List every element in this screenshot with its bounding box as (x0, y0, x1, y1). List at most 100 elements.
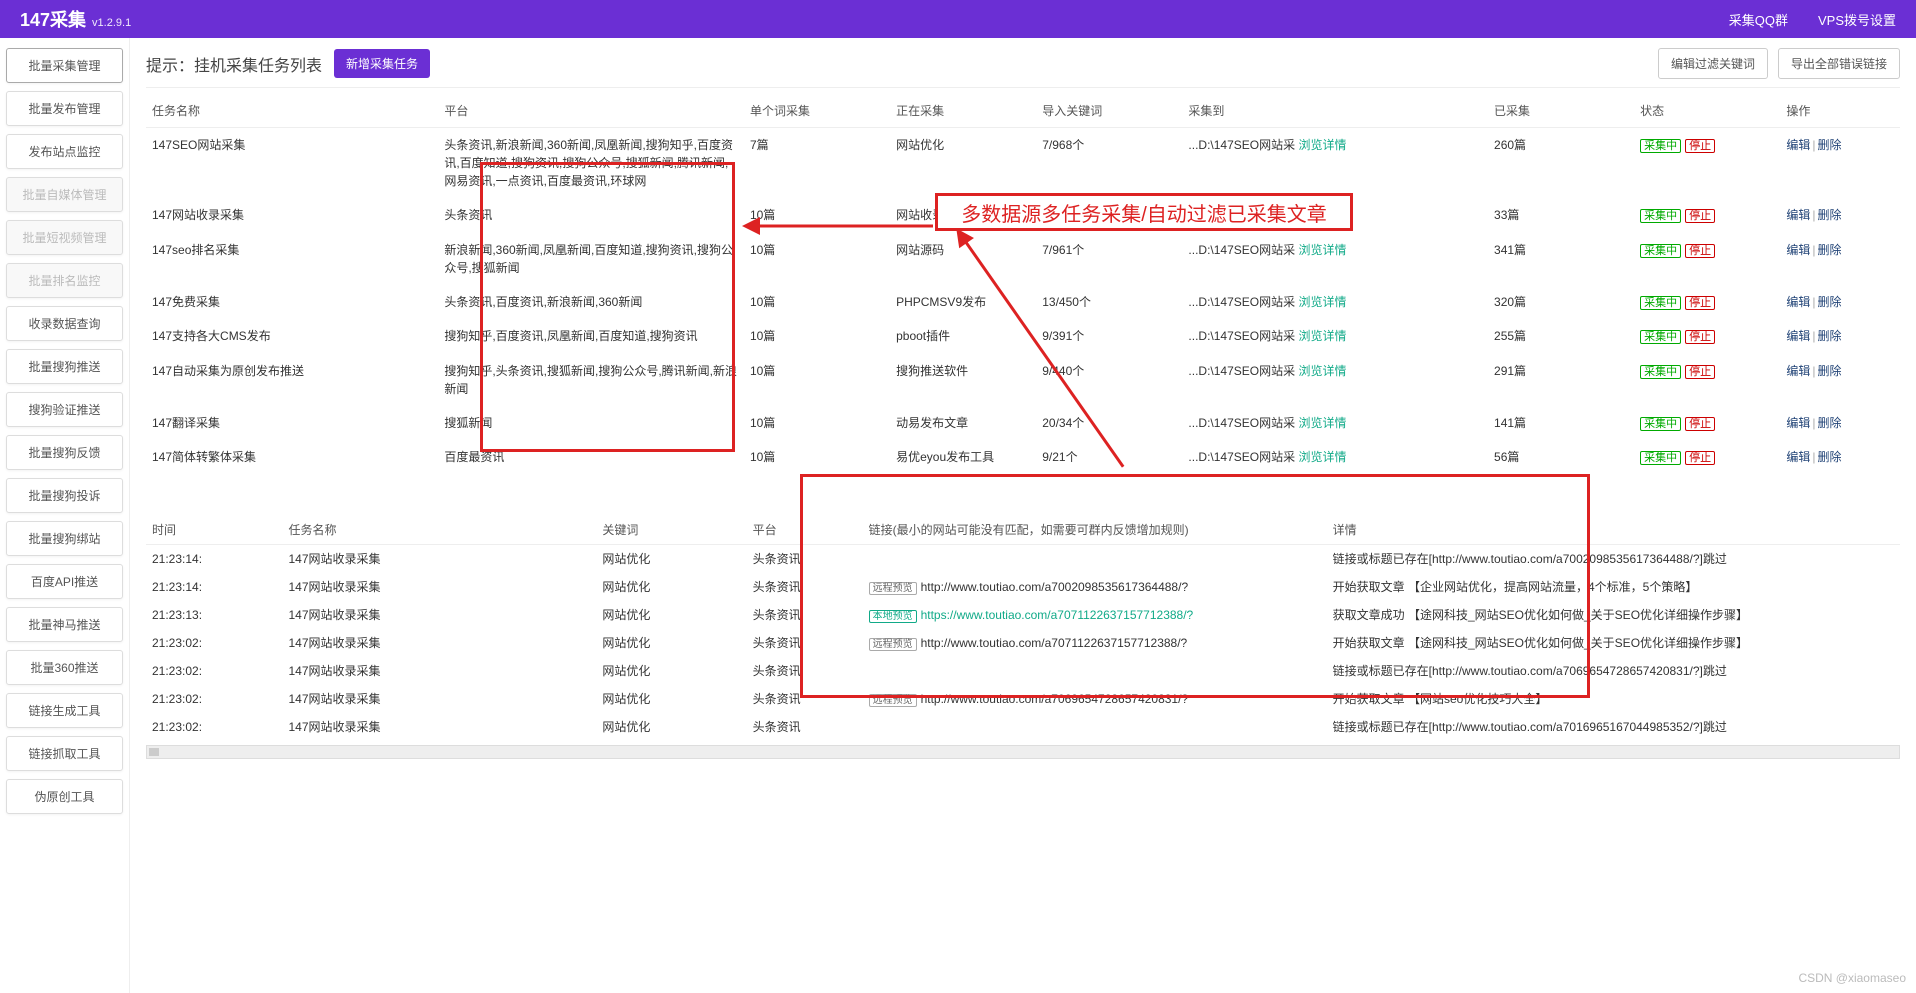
th-single: 单个词采集 (744, 94, 890, 128)
sidebar-item-5: 批量排名监控 (6, 263, 123, 298)
stop-button[interactable]: 停止 (1685, 330, 1715, 344)
cell-cnt: 320篇 (1488, 285, 1634, 320)
lth-link: 链接(最小的网站可能没有匹配，如需要可群内反馈增加规则) (863, 515, 1327, 545)
cell-single: 10篇 (744, 440, 890, 475)
app-version: v1.2.9.1 (92, 17, 131, 29)
cell-name: 147自动采集为原创发布推送 (146, 354, 438, 406)
sidebar-item-0[interactable]: 批量采集管理 (6, 48, 123, 83)
edit-link[interactable]: 编辑 (1786, 208, 1810, 222)
browse-detail-link[interactable]: 浏览详情 (1298, 364, 1346, 378)
stop-button[interactable]: 停止 (1685, 244, 1715, 258)
cell-to: ...D:\147SEO网站采 浏览详情 (1182, 128, 1488, 199)
cell-plat: 头条资讯 (747, 629, 863, 657)
cell-task: 147网站收录采集 (282, 544, 596, 573)
cell-name: 147简体转繁体采集 (146, 440, 438, 475)
task-row: 147支持各大CMS发布搜狗知乎,百度资讯,凤凰新闻,百度知道,搜狗资讯10篇p… (146, 319, 1900, 354)
delete-link[interactable]: 删除 (1817, 243, 1841, 257)
browse-detail-link[interactable]: 浏览详情 (1298, 329, 1346, 343)
sidebar-item-11[interactable]: 批量搜狗绑站 (6, 521, 123, 556)
delete-link[interactable]: 删除 (1817, 208, 1841, 222)
sidebar-item-13[interactable]: 批量神马推送 (6, 607, 123, 642)
cell-name: 147SEO网站采集 (146, 128, 438, 199)
horizontal-scrollbar[interactable] (146, 745, 1900, 759)
log-link[interactable]: http://www.toutiao.com/a7071122637157712… (921, 636, 1188, 650)
cell-stat: 采集中停止 (1634, 128, 1780, 199)
delete-link[interactable]: 删除 (1817, 364, 1841, 378)
cell-stat: 采集中停止 (1634, 233, 1780, 285)
cell-plat: 搜狗知乎,百度资讯,凤凰新闻,百度知道,搜狗资讯 (438, 319, 744, 354)
status-tag: 采集中 (1640, 296, 1681, 310)
header-link-vps[interactable]: VPS拨号设置 (1818, 10, 1896, 29)
cell-kw: 20/34个 (1036, 406, 1182, 441)
sidebar-item-7[interactable]: 批量搜狗推送 (6, 349, 123, 384)
delete-link[interactable]: 删除 (1817, 138, 1841, 152)
edit-link[interactable]: 编辑 (1786, 364, 1810, 378)
cell-detail: 开始获取文章 【途网科技_网站SEO优化如何做_关于SEO优化详细操作步骤】 (1327, 629, 1900, 657)
cell-plat: 头条资讯 (747, 685, 863, 713)
task-table: 任务名称 平台 单个词采集 正在采集 导入关键词 采集到 已采集 状态 操作 1… (146, 94, 1900, 475)
log-link[interactable]: https://www.toutiao.com/a707112263715771… (921, 608, 1194, 622)
browse-detail-link[interactable]: 浏览详情 (1298, 138, 1346, 152)
stop-button[interactable]: 停止 (1685, 451, 1715, 465)
edit-link[interactable]: 编辑 (1786, 450, 1810, 464)
preview-tag[interactable]: 远程预览 (869, 694, 917, 707)
edit-filter-button[interactable]: 编辑过滤关键词 (1658, 48, 1768, 79)
log-link[interactable]: http://www.toutiao.com/a7069654728657420… (921, 692, 1189, 706)
log-row: 21:23:02:147网站收录采集网站优化头条资讯远程预览http://www… (146, 685, 1900, 713)
cell-detail: 开始获取文章 【企业网站优化，提高网站流量，4个标准，5个策略】 (1327, 573, 1900, 601)
cell-time: 21:23:14: (146, 544, 282, 573)
browse-detail-link[interactable]: 浏览详情 (1298, 295, 1346, 309)
lth-time: 时间 (146, 515, 282, 545)
cell-kw: 7/968个 (1036, 128, 1182, 199)
cell-plat: 头条资讯 (747, 573, 863, 601)
sidebar-item-17[interactable]: 伪原创工具 (6, 779, 123, 814)
sidebar-item-10[interactable]: 批量搜狗投诉 (6, 478, 123, 513)
preview-tag[interactable]: 远程预览 (869, 638, 917, 651)
sidebar-item-1[interactable]: 批量发布管理 (6, 91, 123, 126)
sidebar-item-14[interactable]: 批量360推送 (6, 650, 123, 685)
delete-link[interactable]: 删除 (1817, 416, 1841, 430)
edit-link[interactable]: 编辑 (1786, 138, 1810, 152)
log-row: 21:23:14:147网站收录采集网站优化头条资讯链接或标题已存在[http:… (146, 544, 1900, 573)
browse-detail-link[interactable]: 浏览详情 (1298, 208, 1346, 222)
cell-task: 147网站收录采集 (282, 713, 596, 741)
sidebar-item-16[interactable]: 链接抓取工具 (6, 736, 123, 771)
preview-tag[interactable]: 本地预览 (869, 610, 917, 623)
cell-name: 147网站收录采集 (146, 198, 438, 233)
browse-detail-link[interactable]: 浏览详情 (1298, 450, 1346, 464)
stop-button[interactable]: 停止 (1685, 209, 1715, 223)
edit-link[interactable]: 编辑 (1786, 416, 1810, 430)
cell-kw: 网站优化 (596, 629, 746, 657)
edit-link[interactable]: 编辑 (1786, 329, 1810, 343)
stop-button[interactable]: 停止 (1685, 296, 1715, 310)
sidebar-item-9[interactable]: 批量搜狗反馈 (6, 435, 123, 470)
sidebar-item-6[interactable]: 收录数据查询 (6, 306, 123, 341)
edit-link[interactable]: 编辑 (1786, 243, 1810, 257)
cell-task: 147网站收录采集 (282, 601, 596, 629)
add-task-button[interactable]: 新增采集任务 (334, 49, 430, 78)
edit-link[interactable]: 编辑 (1786, 295, 1810, 309)
stop-button[interactable]: 停止 (1685, 365, 1715, 379)
sidebar-item-2[interactable]: 发布站点监控 (6, 134, 123, 169)
delete-link[interactable]: 删除 (1817, 329, 1841, 343)
cell-plat: 头条资讯 (747, 544, 863, 573)
export-errors-button[interactable]: 导出全部错误链接 (1778, 48, 1900, 79)
header-link-qq[interactable]: 采集QQ群 (1729, 10, 1788, 29)
sidebar-item-8[interactable]: 搜狗验证推送 (6, 392, 123, 427)
sidebar-item-15[interactable]: 链接生成工具 (6, 693, 123, 728)
sidebar-item-12[interactable]: 百度API推送 (6, 564, 123, 599)
log-link[interactable]: http://www.toutiao.com/a7002098535617364… (921, 580, 1189, 594)
sidebar-item-4: 批量短视频管理 (6, 220, 123, 255)
browse-detail-link[interactable]: 浏览详情 (1298, 243, 1346, 257)
delete-link[interactable]: 删除 (1817, 295, 1841, 309)
cell-name: 147免费采集 (146, 285, 438, 320)
stop-button[interactable]: 停止 (1685, 417, 1715, 431)
stop-button[interactable]: 停止 (1685, 139, 1715, 153)
delete-link[interactable]: 删除 (1817, 450, 1841, 464)
cell-name: 147支持各大CMS发布 (146, 319, 438, 354)
cell-stat: 采集中停止 (1634, 406, 1780, 441)
cell-cnt: 141篇 (1488, 406, 1634, 441)
browse-detail-link[interactable]: 浏览详情 (1298, 416, 1346, 430)
preview-tag[interactable]: 远程预览 (869, 582, 917, 595)
cell-single: 10篇 (744, 233, 890, 285)
